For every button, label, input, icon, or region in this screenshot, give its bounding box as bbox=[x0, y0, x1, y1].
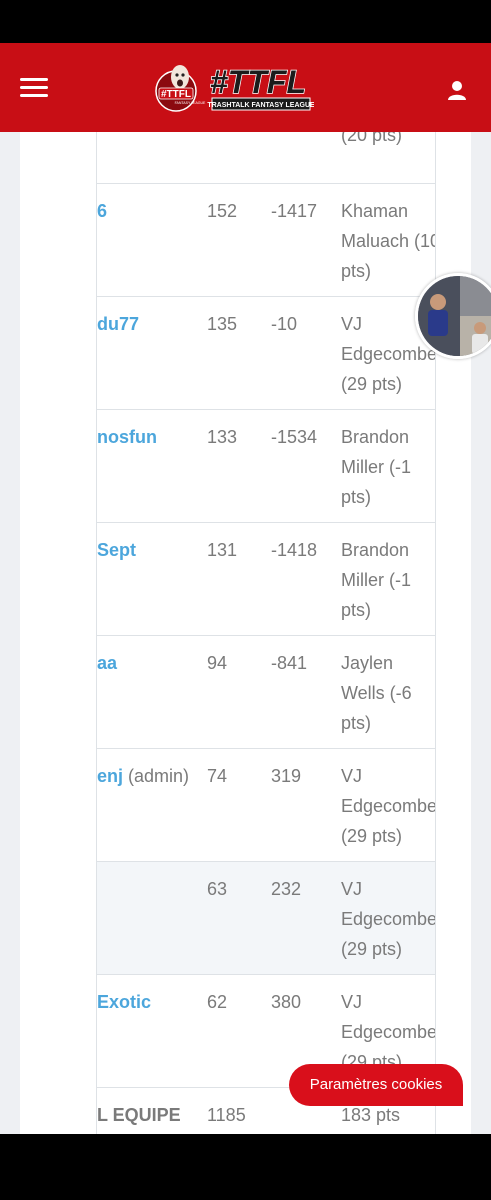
player-name-cell: enj (admin) bbox=[97, 761, 207, 791]
diff-cell: 232 bbox=[271, 879, 302, 899]
best-player-cell: Jaylen Wells (-6 pts) bbox=[341, 653, 412, 733]
svg-text:#TTFL: #TTFL bbox=[161, 89, 191, 100]
table-row: aa 94 -841 Jaylen Wells (-6 pts) bbox=[97, 636, 435, 749]
diff-cell: -10 bbox=[271, 314, 298, 334]
table-row: Sept 131 -1418 Brandon Miller (-1 pts) bbox=[97, 523, 435, 636]
score-cell: 133 bbox=[207, 427, 238, 447]
menu-icon[interactable] bbox=[20, 76, 50, 100]
status-bar bbox=[0, 0, 491, 43]
best-player-cell: Brandon Miller (-1 pts) bbox=[341, 540, 411, 620]
user-icon[interactable] bbox=[444, 78, 470, 104]
score-cell: 135 bbox=[207, 314, 238, 334]
svg-text:#TTFL: #TTFL bbox=[210, 64, 306, 100]
player-link[interactable]: du77 bbox=[97, 314, 139, 334]
ttfl-logo[interactable]: #TTFL FANTASY LEAGUE #TTFL TRASHTALK FAN… bbox=[154, 57, 315, 119]
ranking-table: (20 pts) 6 152 -1417 Khaman Maluach (10 … bbox=[96, 132, 436, 1134]
best-player-cell: Brandon Miller (-1 pts) bbox=[341, 427, 411, 507]
score-cell: 152 bbox=[207, 201, 238, 221]
player-link[interactable]: nosfun bbox=[97, 427, 157, 447]
app-header: #TTFL FANTASY LEAGUE #TTFL TRASHTALK FAN… bbox=[0, 43, 491, 132]
floating-avatar-bubble[interactable] bbox=[415, 273, 491, 359]
score-cell: 74 bbox=[207, 766, 228, 786]
diff-cell: 380 bbox=[271, 992, 302, 1012]
player-link[interactable]: Sept bbox=[97, 540, 136, 560]
best-player-cell: VJ Edgecombe (29 pts) bbox=[341, 766, 436, 846]
diff-cell: 319 bbox=[271, 766, 302, 786]
player-link[interactable]: aa bbox=[97, 653, 117, 673]
table-row: du77 135 -10 VJ Edgecombe (29 pts) bbox=[97, 297, 435, 410]
player-name-cell: du77 bbox=[97, 309, 207, 339]
score-cell: 63 bbox=[207, 879, 228, 899]
table-row: (20 pts) bbox=[97, 132, 435, 184]
best-player-cell: Khaman Maluach (10 pts) bbox=[341, 201, 436, 281]
score-cell: 62 bbox=[207, 992, 228, 1012]
player-name-cell: aa bbox=[97, 648, 207, 678]
best-player-cell: VJ Edgecombe (29 pts) bbox=[341, 879, 436, 959]
table-row: enj (admin) 74 319 VJ Edgecombe (29 pts) bbox=[97, 749, 436, 862]
player-name-cell: Exotic bbox=[97, 987, 207, 1017]
diff-cell: -841 bbox=[271, 653, 308, 673]
admin-tag: (admin) bbox=[128, 766, 190, 786]
diff-cell: -1417 bbox=[271, 201, 318, 221]
score-cell: 131 bbox=[207, 540, 238, 560]
svg-text:TRASHTALK FANTASY LEAGUE: TRASHTALK FANTASY LEAGUE bbox=[207, 102, 314, 109]
best-player-cell: (20 pts) bbox=[341, 132, 403, 145]
player-link[interactable]: 6 bbox=[97, 201, 107, 221]
cookie-settings-button[interactable]: Paramètres cookies bbox=[289, 1064, 463, 1106]
diff-cell: -1418 bbox=[271, 540, 318, 560]
table-row: nosfun 133 -1534 Brandon Miller (-1 pts) bbox=[97, 410, 435, 523]
ranking-card: (20 pts) 6 152 -1417 Khaman Maluach (10 … bbox=[20, 132, 471, 1134]
table-row-current-user: 63 232 VJ Edgecombe (29 pts) bbox=[97, 862, 436, 975]
diff-cell: -1534 bbox=[271, 427, 318, 447]
page-content: (20 pts) 6 152 -1417 Khaman Maluach (10 … bbox=[0, 132, 491, 1134]
team-total-label: L EQUIPE bbox=[97, 1105, 181, 1125]
player-name-cell: Sept bbox=[97, 535, 207, 565]
table-row: 6 152 -1417 Khaman Maluach (10 pts) bbox=[97, 184, 436, 297]
player-name-cell: 6 bbox=[97, 196, 207, 226]
player-link[interactable]: enj bbox=[97, 766, 123, 786]
player-name-cell: nosfun bbox=[97, 422, 207, 452]
player-link[interactable]: Exotic bbox=[97, 992, 151, 1012]
total-score-cell: 1185 bbox=[207, 1105, 246, 1125]
system-nav-bar bbox=[0, 1134, 491, 1200]
svg-text:FANTASY LEAGUE: FANTASY LEAGUE bbox=[175, 101, 206, 105]
score-cell: 94 bbox=[207, 653, 228, 673]
